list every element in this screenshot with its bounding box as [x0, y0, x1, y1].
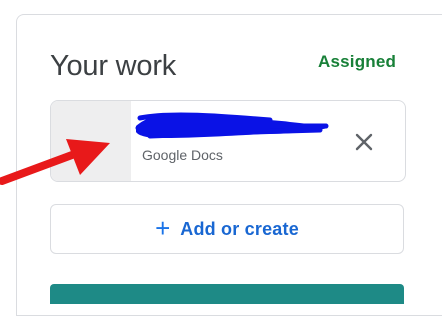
redacted-file-name	[135, 112, 329, 139]
add-or-create-label: Add or create	[180, 218, 299, 239]
attachment-type: Google Docs	[142, 147, 223, 163]
turn-in-button[interactable]	[50, 284, 404, 304]
status-label: Assigned	[318, 52, 397, 71]
panel-title: Your work	[50, 50, 177, 82]
red-arrow-icon	[0, 139, 110, 185]
remove-attachment-button[interactable]	[348, 126, 380, 158]
close-icon	[355, 133, 373, 151]
plus-icon: +	[155, 213, 171, 243]
add-or-create-button[interactable]: + Add or create	[50, 204, 404, 254]
